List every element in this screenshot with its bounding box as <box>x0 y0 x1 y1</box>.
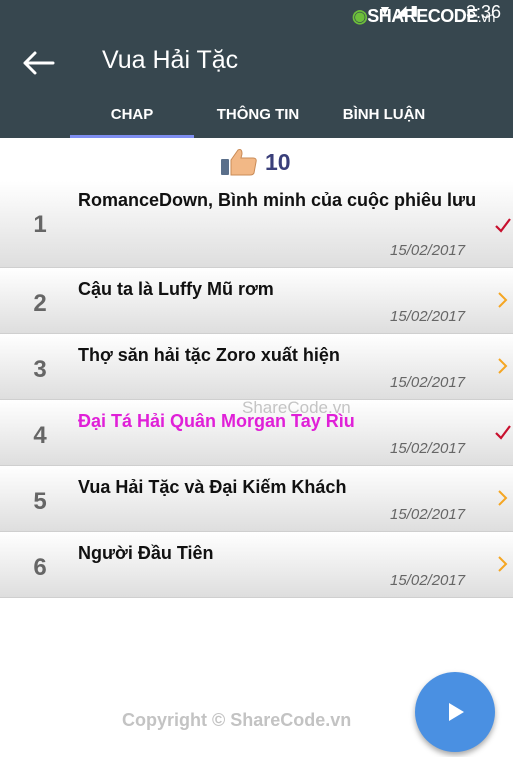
logo-text: SHARECODE <box>367 6 478 26</box>
thumbs-up-icon[interactable] <box>220 147 260 177</box>
chapter-date: 15/02/2017 <box>390 308 466 325</box>
chapter-date: 15/02/2017 <box>390 506 466 523</box>
sharecode-logo-icon: ◉ <box>352 6 368 26</box>
watermark-center: ShareCode.vn <box>242 398 351 417</box>
chapter-number: 2 <box>33 290 47 317</box>
back-arrow-icon[interactable] <box>22 50 56 76</box>
chapter-number: 5 <box>33 488 47 515</box>
chapter-number: 4 <box>33 422 47 449</box>
chapter-title: Người Đầu Tiên <box>78 543 214 563</box>
tab-comments[interactable]: BÌNH LUẬN <box>322 106 446 123</box>
tab-info[interactable]: THÔNG TIN <box>200 106 316 123</box>
play-icon <box>449 703 464 721</box>
play-button[interactable] <box>415 672 495 752</box>
chapter-date: 15/02/2017 <box>390 572 466 589</box>
like-count: 10 <box>265 149 291 175</box>
tab-indicator <box>70 135 194 138</box>
tab-bar: CHAP THÔNG TIN BÌNH LUẬN <box>0 96 513 138</box>
chapter-row[interactable]: 6 Người Đầu Tiên 15/02/2017 <box>0 532 513 598</box>
status-bar: ▼ ◢ ▮ ◉SHARECODE.vn 3:36 <box>0 0 513 28</box>
chapter-date: 15/02/2017 <box>390 374 466 391</box>
like-bar: 10 <box>0 145 513 179</box>
chapter-title: Thợ săn hải tặc Zoro xuất hiện <box>78 345 340 365</box>
chevron-right-icon <box>494 292 512 308</box>
chapter-date: 15/02/2017 <box>390 440 466 457</box>
tab-chap[interactable]: CHAP <box>70 106 194 123</box>
chevron-right-icon <box>494 358 512 374</box>
chevron-right-icon <box>494 490 512 506</box>
chapter-title: RomanceDown, Bình minh của cuộc phiêu lư… <box>78 190 477 210</box>
chapter-row[interactable]: 1 RomanceDown, Bình minh của cuộc phiêu … <box>0 181 513 268</box>
watermark-footer: Copyright © ShareCode.vn <box>122 710 352 730</box>
chevron-right-icon <box>494 556 512 572</box>
chapter-date: 15/02/2017 <box>390 242 466 259</box>
chapter-title: Vua Hải Tặc và Đại Kiếm Khách <box>78 477 347 497</box>
check-icon <box>494 424 512 440</box>
chapter-row[interactable]: 5 Vua Hải Tặc và Đại Kiếm Khách 15/02/20… <box>0 466 513 532</box>
page-title: Vua Hải Tặc <box>102 46 239 74</box>
chapter-number: 1 <box>33 211 47 238</box>
app-toolbar: Vua Hải Tặc CHAP THÔNG TIN BÌNH LUẬN <box>0 28 513 138</box>
chapter-title: Cậu ta là Luffy Mũ rơm <box>78 279 274 299</box>
chapter-row[interactable]: 2 Cậu ta là Luffy Mũ rơm 15/02/2017 <box>0 268 513 334</box>
chapter-row[interactable]: 3 Thợ săn hải tặc Zoro xuất hiện 15/02/2… <box>0 334 513 400</box>
status-time: 3:36 <box>466 2 502 22</box>
chapter-number: 3 <box>33 356 47 383</box>
check-icon <box>494 217 512 233</box>
chapter-number: 6 <box>33 554 47 581</box>
